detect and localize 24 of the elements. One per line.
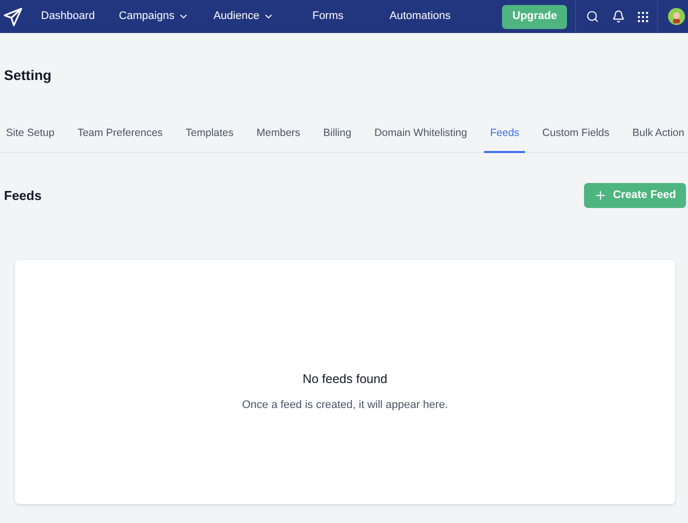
nav-menu-item[interactable]: Dashboard	[41, 8, 95, 25]
bell-icon[interactable]	[612, 10, 625, 23]
apps-grid-icon[interactable]	[636, 10, 650, 24]
nav-menu-item[interactable]: Audience	[213, 8, 274, 25]
settings-tab[interactable]: Team Preferences	[71, 116, 169, 153]
settings-tab[interactable]: Billing	[317, 116, 358, 153]
settings-tab[interactable]: Site Setup	[0, 116, 60, 153]
settings-tab[interactable]: Custom Fields	[536, 116, 616, 153]
avatar-icon[interactable]	[668, 8, 685, 25]
settings-tab[interactable]: Members	[250, 116, 306, 153]
plus-icon	[594, 189, 608, 202]
paper-plane-logo-icon[interactable]	[3, 6, 23, 26]
empty-state-message: Once a feed is created, it will appear here.	[242, 398, 448, 414]
settings-tab[interactable]: Feeds	[484, 116, 526, 153]
settings-tab[interactable]: Domain Whitelisting	[368, 116, 474, 153]
settings-tab[interactable]: Bulk Action	[626, 116, 688, 153]
nav-menu-item[interactable]: Campaigns	[118, 8, 190, 25]
settings-tab[interactable]: Templates	[180, 116, 240, 153]
nav-menu-item[interactable]: Automations	[390, 8, 451, 25]
nav-menu-item[interactable]: Forms	[312, 8, 344, 25]
empty-state-title: No feeds found	[302, 371, 388, 388]
search-icon[interactable]	[586, 10, 599, 23]
page-title: Setting	[4, 66, 52, 85]
section-title: Feeds	[4, 186, 42, 205]
